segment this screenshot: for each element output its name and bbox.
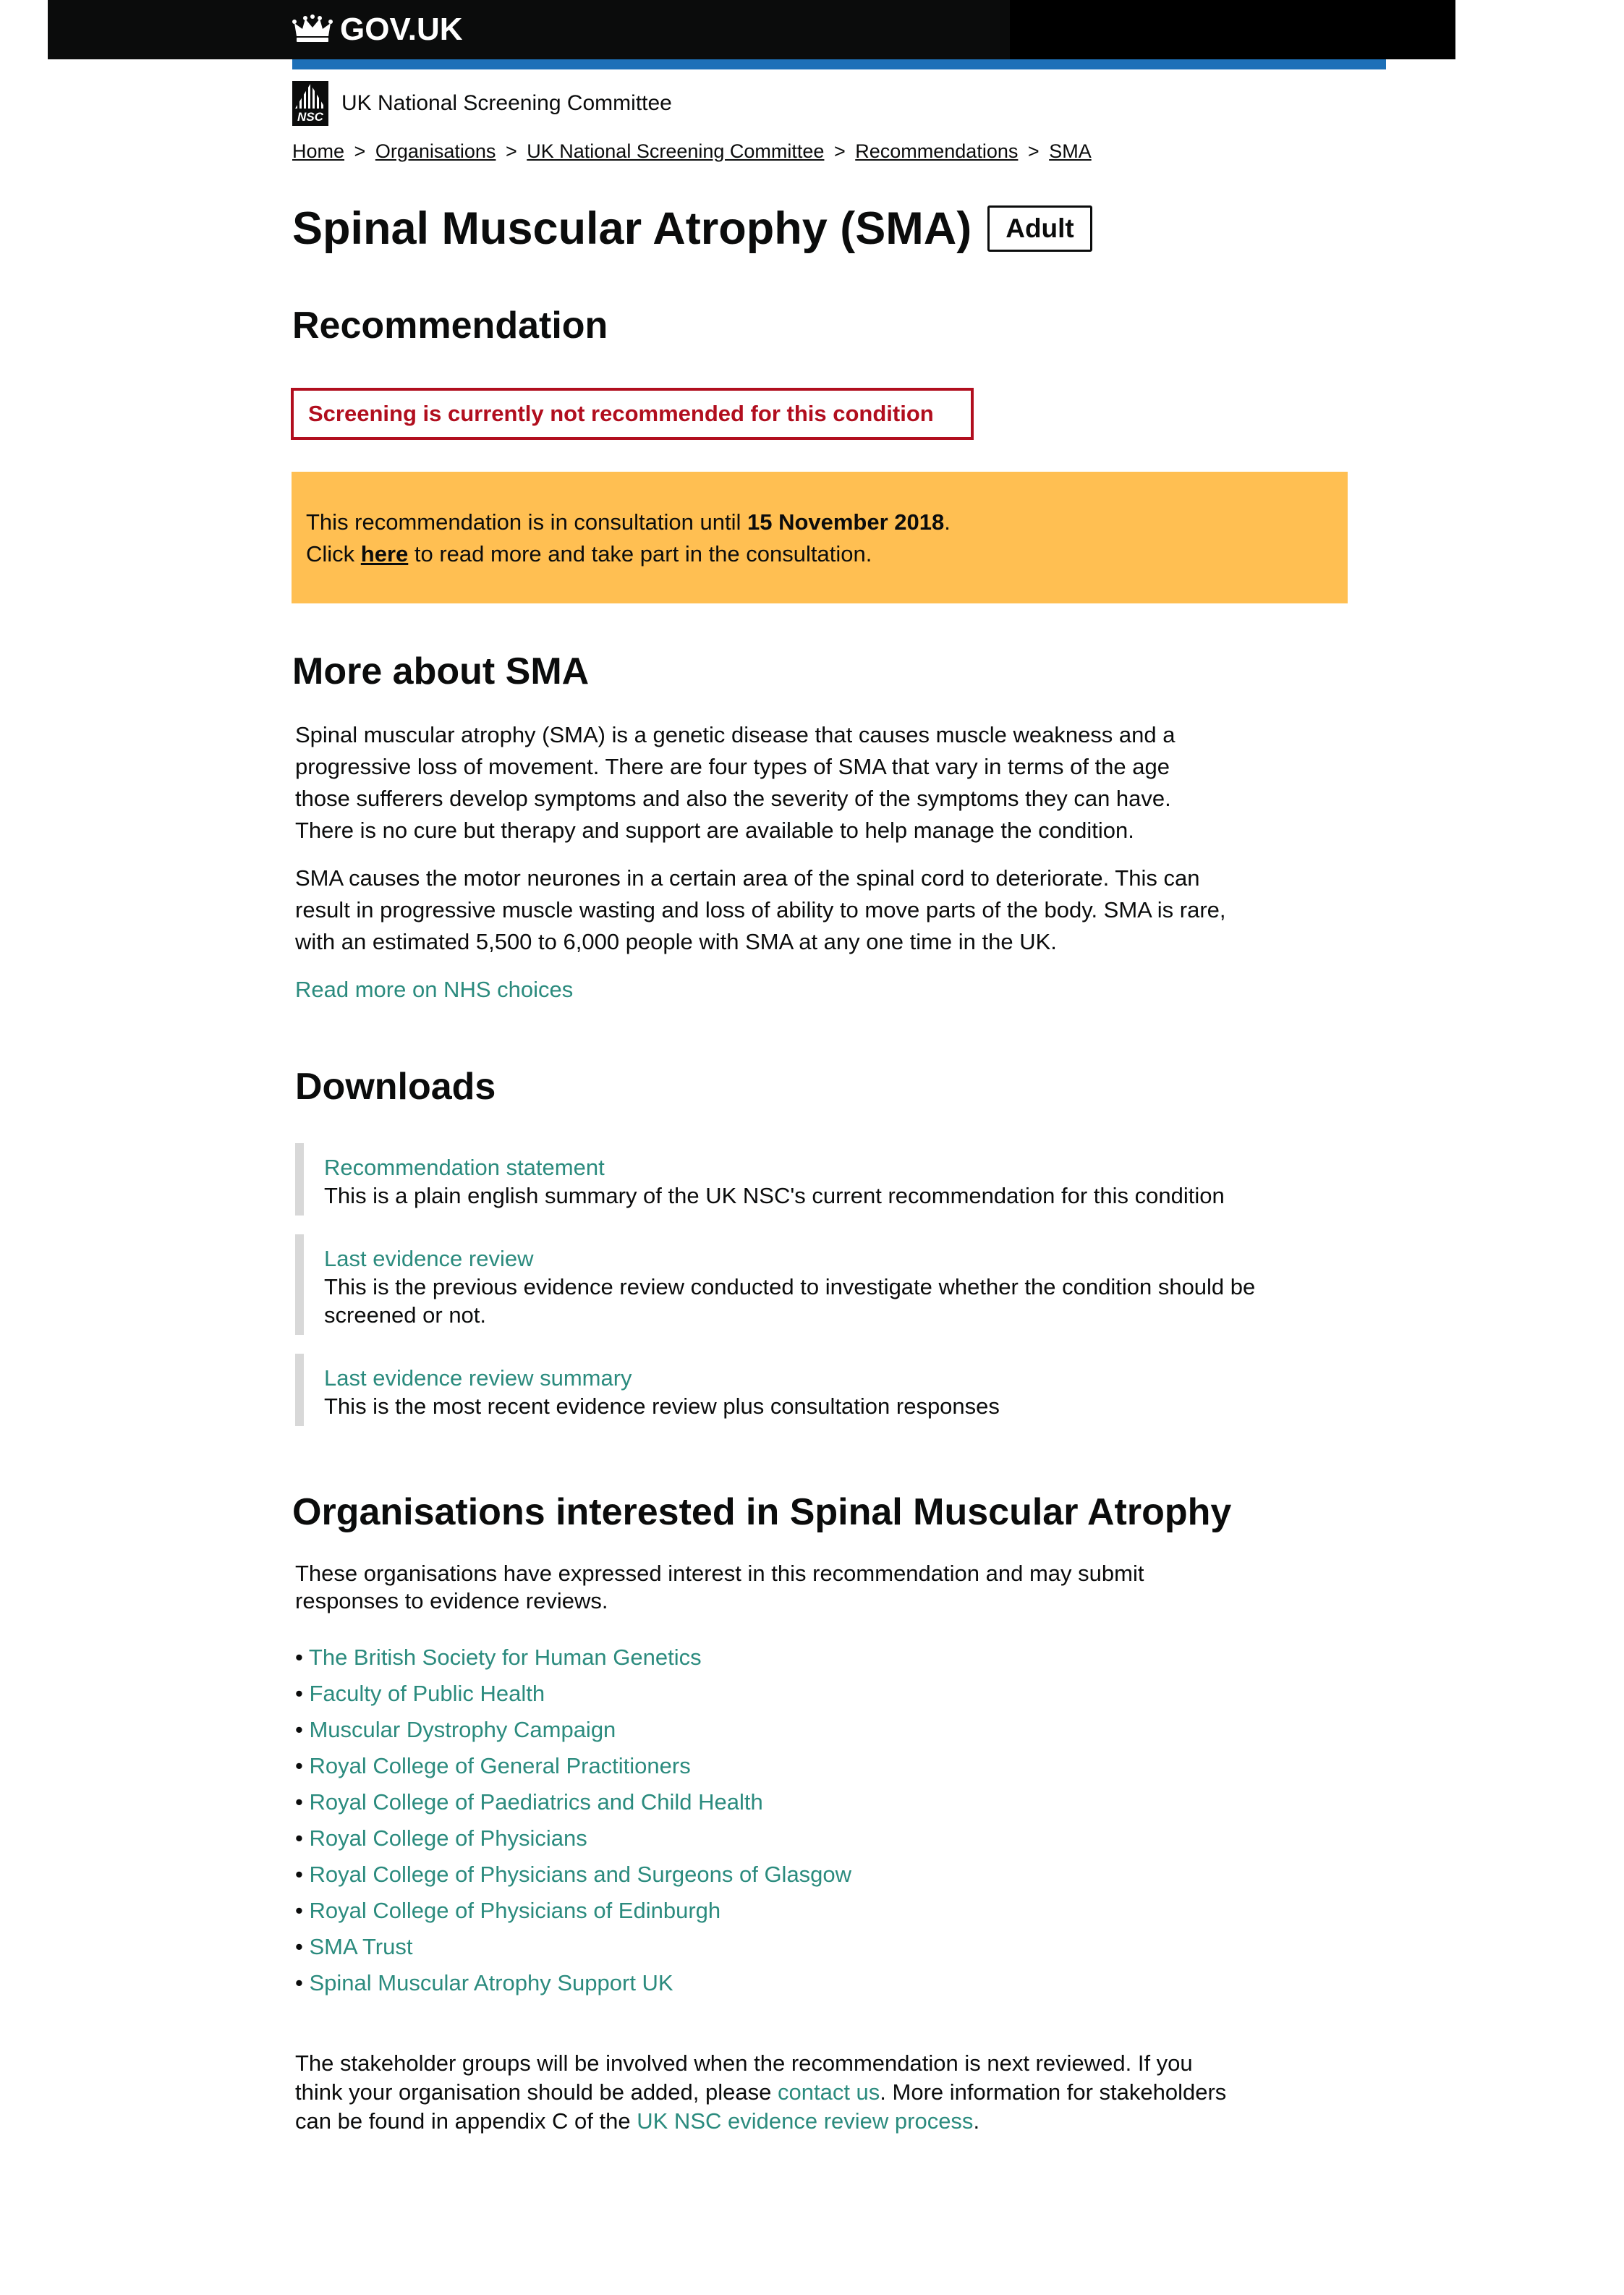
breadcrumb-separator: > [1027, 140, 1040, 162]
more-about-paragraph-1: Spinal muscular atrophy (SMA) is a genet… [295, 722, 1176, 843]
list-item: Royal College of Paediatrics and Child H… [295, 1784, 851, 1820]
header-blue-line [292, 59, 1386, 69]
consultation-date: 15 November 2018 [747, 509, 945, 535]
breadcrumb: Home > Organisations > UK National Scree… [292, 140, 1092, 163]
organisation-link[interactable]: Royal College of Physicians of Edinburgh [309, 1898, 720, 1923]
organisation-link[interactable]: Spinal Muscular Atrophy Support UK [309, 1970, 673, 1995]
consultation-banner: This recommendation is in consultation u… [292, 472, 1348, 603]
download-item: Last evidence review This is the previou… [295, 1234, 1279, 1335]
recommendation-status: Screening is currently not recommended f… [291, 388, 974, 440]
download-item: Recommendation statement This is a plain… [295, 1143, 1308, 1216]
organisation-link[interactable]: Faculty of Public Health [309, 1681, 545, 1706]
downloads-list: Recommendation statement This is a plain… [295, 1143, 1308, 1445]
stakeholder-text: . [973, 2108, 980, 2134]
evidence-review-process-link[interactable]: UK NSC evidence review process [637, 2108, 973, 2134]
consultation-line-2: Click here to read more and take part in… [306, 538, 1333, 570]
consultation-text: to read more and take part in the consul… [408, 541, 872, 567]
list-item: Royal College of Physicians and Surgeons… [295, 1857, 851, 1893]
organisation-link[interactable]: Royal College of Paediatrics and Child H… [309, 1789, 762, 1815]
crown-icon [292, 14, 333, 42]
header-right-panel [1010, 0, 1455, 59]
list-item: Royal College of Physicians [295, 1820, 851, 1857]
nsc-logo: NSC [292, 81, 328, 126]
breadcrumb-home[interactable]: Home [292, 140, 344, 162]
organisation-link[interactable]: Royal College of General Practitioners [309, 1753, 690, 1778]
list-item: Royal College of Physicians of Edinburgh [295, 1893, 851, 1929]
more-about-heading: More about SMA [292, 650, 590, 692]
list-item: Muscular Dystrophy Campaign [295, 1712, 851, 1748]
consultation-line-1: This recommendation is in consultation u… [306, 506, 1333, 538]
recommendation-heading: Recommendation [292, 305, 608, 347]
stakeholder-paragraph: The stakeholder groups will be involved … [295, 2049, 1228, 2136]
breadcrumb-separator: > [505, 140, 517, 162]
organisation-link[interactable]: Royal College of Physicians [309, 1825, 587, 1851]
download-description: This is a plain english summary of the U… [324, 1183, 1225, 1208]
organisation-link[interactable]: The British Society for Human Genetics [309, 1645, 702, 1670]
organisations-intro: These organisations have expressed inter… [295, 1561, 1144, 1613]
breadcrumb-recommendations[interactable]: Recommendations [855, 140, 1018, 162]
organisation-link[interactable]: Muscular Dystrophy Campaign [309, 1717, 616, 1742]
list-item: SMA Trust [295, 1929, 851, 1965]
organisation-link[interactable]: Royal College of Physicians and Surgeons… [309, 1862, 851, 1887]
nhs-choices-link[interactable]: Read more on NHS choices [295, 974, 1250, 1006]
organisations-list: The British Society for Human Genetics F… [295, 1639, 851, 2001]
consultation-here-link[interactable]: here [361, 541, 408, 567]
organisations-heading: Organisations interested in Spinal Muscu… [292, 1491, 1232, 1533]
download-link-recommendation-statement[interactable]: Recommendation statement [324, 1153, 1308, 1182]
breadcrumb-sma[interactable]: SMA [1049, 140, 1092, 162]
download-description: This is the previous evidence review con… [324, 1274, 1256, 1328]
organisation-link[interactable]: SMA Trust [309, 1934, 412, 1959]
downloads-heading: Downloads [295, 1066, 496, 1108]
title-row: Spinal Muscular Atrophy (SMA) Adult [292, 203, 1092, 255]
brand-text: GOV.UK [340, 12, 463, 47]
list-item: The British Society for Human Genetics [295, 1639, 851, 1676]
breadcrumb-uk-nsc[interactable]: UK National Screening Committee [527, 140, 824, 162]
age-tag: Adult [987, 205, 1092, 252]
consultation-text: This recommendation is in consultation u… [306, 509, 747, 535]
download-link-last-evidence-review-summary[interactable]: Last evidence review summary [324, 1364, 1308, 1392]
organisation-header: NSC UK National Screening Committee [292, 81, 672, 126]
contact-us-link[interactable]: contact us [778, 2079, 880, 2105]
breadcrumb-separator: > [354, 140, 366, 162]
organisation-name: UK National Screening Committee [341, 91, 672, 115]
list-item: Royal College of General Practitioners [295, 1748, 851, 1784]
breadcrumb-organisations[interactable]: Organisations [375, 140, 496, 162]
nsc-logo-graphic [295, 84, 326, 109]
breadcrumb-separator: > [833, 140, 846, 162]
list-item: Faculty of Public Health [295, 1676, 851, 1712]
consultation-text: Click [306, 541, 361, 567]
download-link-last-evidence-review[interactable]: Last evidence review [324, 1244, 1279, 1273]
list-item: Spinal Muscular Atrophy Support UK [295, 1965, 851, 2001]
download-description: This is the most recent evidence review … [324, 1393, 1000, 1419]
consultation-text: . [944, 509, 951, 535]
download-item: Last evidence review summary This is the… [295, 1354, 1308, 1426]
more-about-paragraph-2: SMA causes the motor neurones in a certa… [295, 865, 1226, 954]
page-title: Spinal Muscular Atrophy (SMA) [292, 203, 972, 254]
nsc-logo-text: NSC [297, 110, 323, 124]
govuk-home-link[interactable]: GOV.UK [292, 9, 463, 51]
